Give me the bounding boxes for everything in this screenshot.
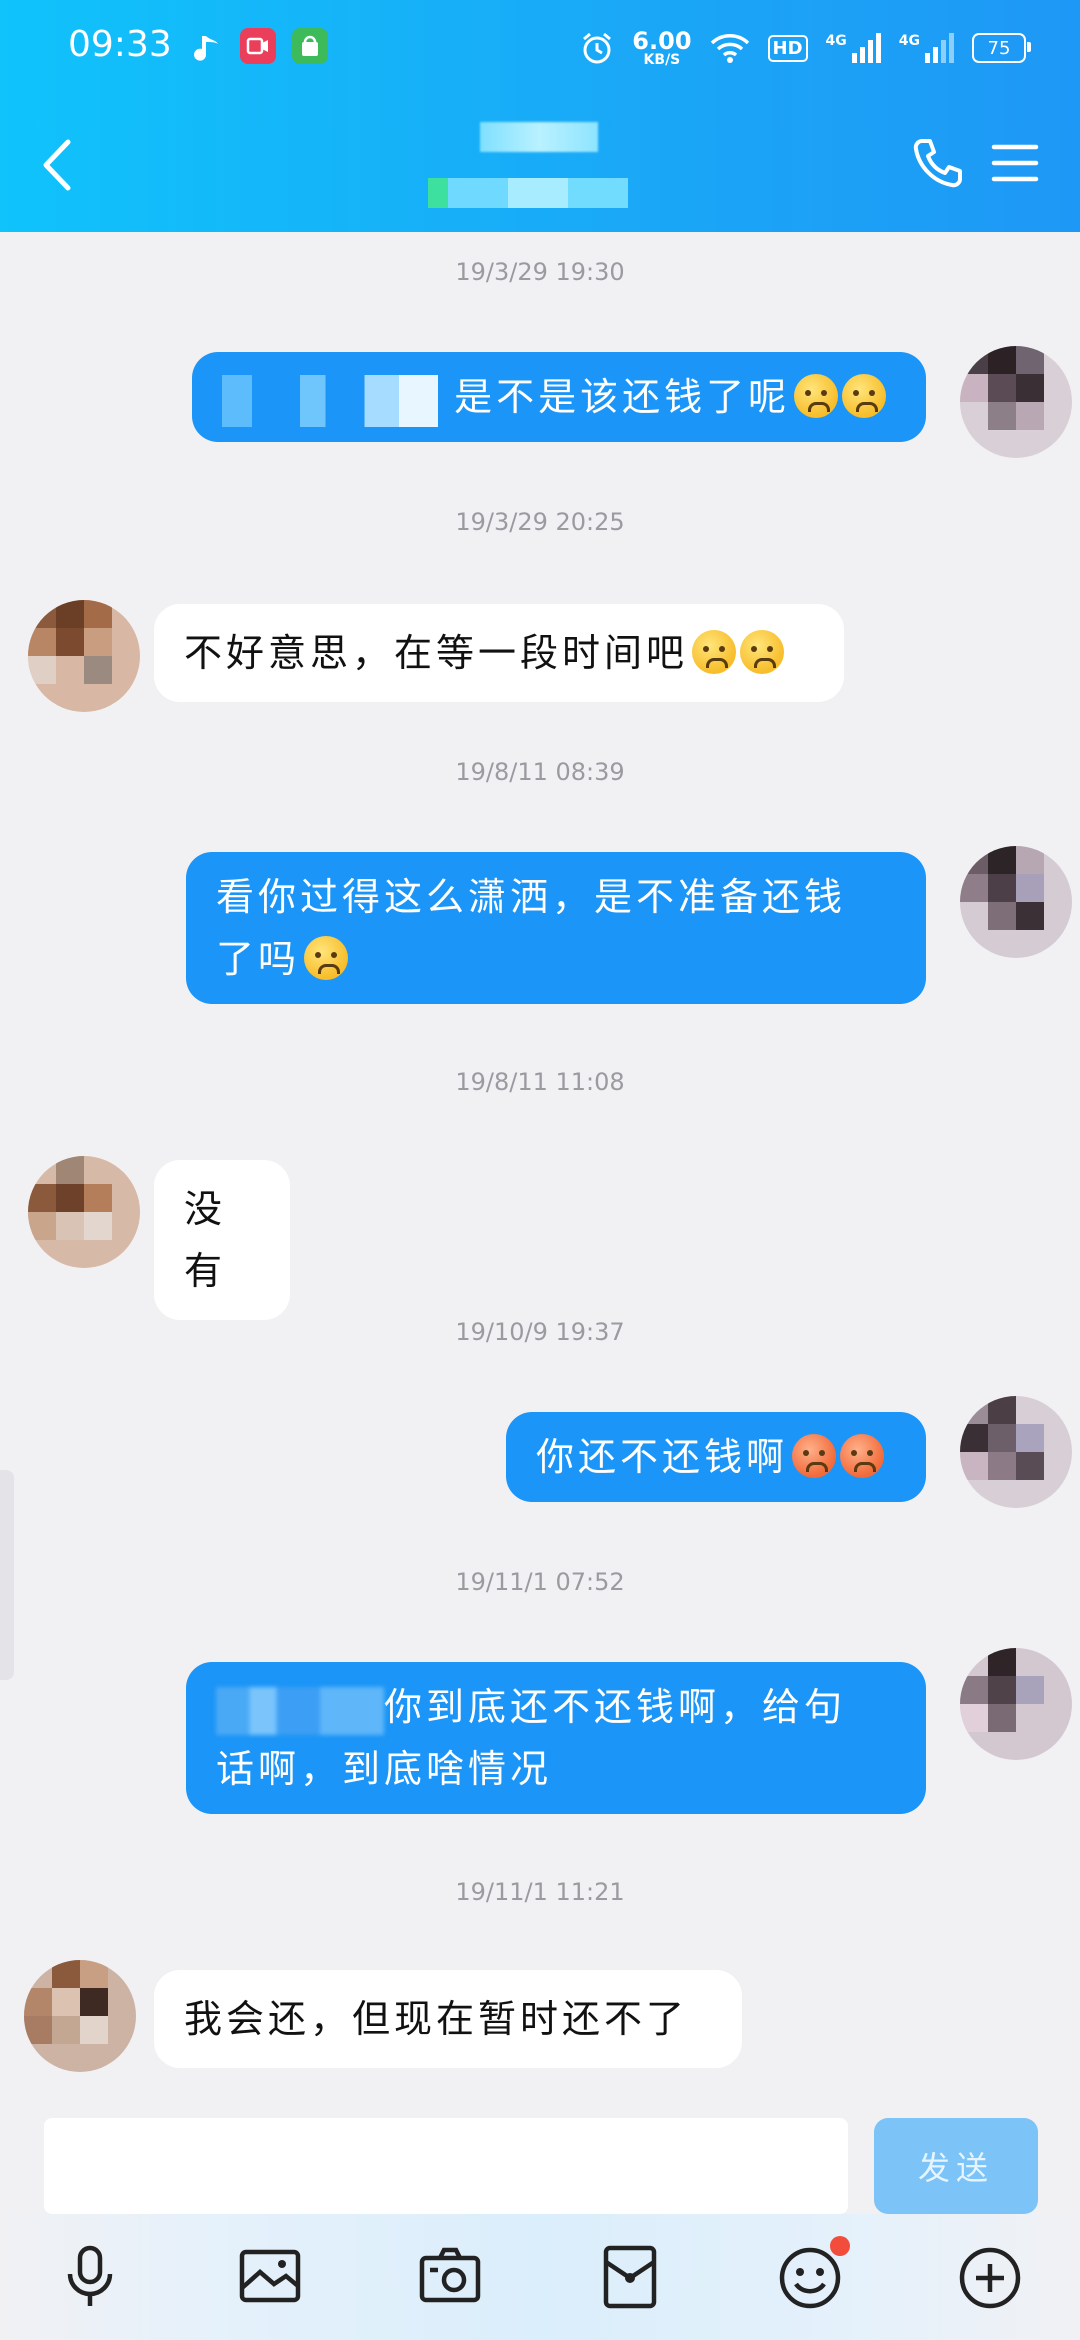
message-text: 你到底还不还钱啊，给句 (384, 1685, 847, 1729)
signal-bars-icon (851, 33, 881, 63)
contact-avatar[interactable] (28, 1156, 140, 1268)
side-drawer-handle[interactable] (0, 1470, 14, 1680)
my-avatar[interactable] (960, 1648, 1072, 1760)
message-text-line-2: 了吗 (216, 928, 896, 990)
input-toolbar (0, 2214, 1080, 2340)
timestamp: 19/8/11 08:39 (455, 758, 625, 786)
back-chevron-icon[interactable] (30, 130, 90, 200)
status-bar: 09:33 6.00 KB/S HD 4G 4G 75 (0, 0, 1080, 96)
red-packet-icon[interactable] (594, 2240, 666, 2312)
message-text: 了吗 (216, 937, 301, 981)
timestamp: 19/11/1 11:21 (455, 1878, 625, 1906)
message-bubble-outgoing[interactable]: 是不是该还钱了呢 (192, 352, 926, 442)
message-text-line-1: 你到底还不还钱啊，给句 (216, 1676, 896, 1738)
message-bubble-incoming[interactable]: 我会还，但现在暂时还不了 (154, 1970, 742, 2068)
signal-1: 4G (826, 33, 881, 63)
emoji-button[interactable] (774, 2236, 850, 2312)
my-avatar[interactable] (960, 846, 1072, 958)
my-avatar[interactable] (960, 346, 1072, 458)
message-bubble-outgoing[interactable]: 你到底还不还钱啊，给句 话啊，到底啥情况 (186, 1662, 926, 1814)
message-text-line-2: 话啊，到底啥情况 (216, 1747, 553, 1791)
crying-emoji-icon (740, 630, 785, 674)
signal-2: 4G (899, 33, 954, 63)
alarm-icon (583, 32, 612, 64)
timestamp: 19/3/29 20:25 (455, 508, 625, 536)
contact-avatar[interactable] (24, 1960, 136, 2072)
timestamp: 19/3/29 19:30 (455, 258, 625, 286)
censored-text (216, 1686, 384, 1735)
microphone-icon[interactable] (54, 2240, 126, 2312)
message-bubble-outgoing[interactable]: 看你过得这么潇洒，是不准备还钱 了吗 (186, 852, 926, 1004)
message-text: 你还不还钱啊 (536, 1435, 789, 1479)
camera-icon[interactable] (414, 2240, 486, 2312)
message-input[interactable] (44, 2118, 848, 2214)
signal-1-label: 4G (825, 33, 847, 49)
notification-dot (830, 2236, 850, 2256)
crying-laugh-emoji-icon (842, 374, 887, 418)
message-bubble-incoming[interactable]: 没有 (154, 1160, 290, 1320)
store-app-icon (292, 28, 328, 64)
wifi-icon (710, 34, 749, 63)
menu-icon[interactable] (990, 138, 1040, 188)
contact-status-censored (428, 178, 628, 208)
status-right-group: 6.00 KB/S HD 4G 4G 75 (580, 26, 1031, 70)
status-time: 09:33 (68, 24, 172, 65)
music-app-icon (194, 36, 218, 61)
send-button[interactable]: 发送 (874, 2118, 1038, 2214)
net-speed-unit: KB/S (643, 52, 681, 68)
censored-text (222, 374, 438, 427)
message-bubble-outgoing[interactable]: 你还不还钱啊 (506, 1412, 926, 1502)
signal-2-label: 4G (898, 33, 920, 49)
image-icon[interactable] (234, 2240, 306, 2312)
contact-name-censored (480, 122, 598, 152)
sad-emoji-icon (794, 374, 839, 418)
contact-avatar[interactable] (28, 600, 140, 712)
signal-bars-icon (925, 33, 954, 63)
video-app-icon (240, 28, 276, 64)
timestamp: 19/10/9 19:37 (455, 1318, 625, 1346)
timestamp: 19/11/1 07:52 (455, 1568, 625, 1596)
chat-header: 09:33 6.00 KB/S HD 4G 4G 75 (0, 0, 1080, 232)
message-bubble-incoming[interactable]: 不好意思，在等一段时间吧 (154, 604, 844, 702)
net-speed-value: 6.00 (632, 27, 692, 55)
hd-badge: HD (767, 34, 808, 62)
message-text: 不好意思，在等一段时间吧 (184, 631, 689, 675)
crying-emoji-icon (692, 630, 737, 674)
angry-emoji-icon (792, 1434, 837, 1478)
message-text: 没有 (184, 1187, 227, 1293)
message-text: 是不是该还钱了呢 (454, 375, 791, 419)
input-area: 发送 (0, 2104, 1080, 2214)
net-speed: 6.00 KB/S (632, 29, 691, 67)
angry-emoji-icon (840, 1434, 885, 1478)
sad-emoji-icon (304, 936, 349, 980)
message-text: 我会还，但现在暂时还不了 (184, 1997, 689, 2041)
plus-icon[interactable] (954, 2240, 1026, 2312)
timestamp: 19/8/11 11:08 (455, 1068, 625, 1096)
phone-icon[interactable] (910, 135, 966, 191)
message-text-line: 看你过得这么潇洒，是不准备还钱 (216, 875, 847, 919)
my-avatar[interactable] (960, 1396, 1072, 1508)
battery-indicator: 75 (972, 33, 1031, 63)
